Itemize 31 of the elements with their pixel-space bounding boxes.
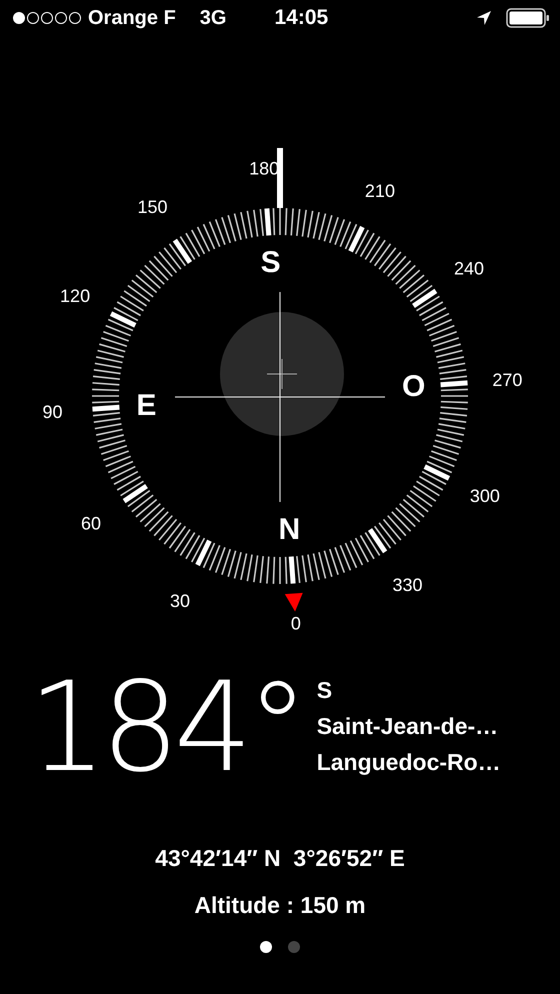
cardinal-label: E bbox=[136, 388, 156, 422]
region-name: Languedoc-Ro… bbox=[316, 748, 501, 777]
cardinal-label: O bbox=[402, 370, 426, 404]
battery-icon bbox=[506, 8, 550, 28]
degree-label: 240 bbox=[454, 258, 484, 278]
degree-label: 120 bbox=[60, 286, 90, 306]
carrier-name: Orange F bbox=[88, 6, 176, 30]
degree-label: 150 bbox=[137, 196, 168, 217]
network-type: 3G bbox=[200, 6, 226, 30]
direction-letter: S bbox=[316, 676, 334, 705]
degree-label: 330 bbox=[392, 575, 423, 596]
place-name: Saint-Jean-de-… bbox=[316, 712, 500, 741]
signal-icon bbox=[12, 11, 82, 25]
degree-label: 30 bbox=[170, 590, 190, 611]
page-dot[interactable] bbox=[288, 941, 300, 953]
page-dot[interactable] bbox=[260, 941, 272, 953]
degree-label: 60 bbox=[80, 514, 101, 534]
degree-label: 0 bbox=[290, 613, 301, 634]
altitude-text: Altitude : 150 m bbox=[193, 892, 367, 919]
heading-needle bbox=[277, 148, 283, 208]
north-pointer bbox=[284, 592, 303, 612]
degree-label: 210 bbox=[364, 181, 395, 202]
coordinates-text: 43°42′14″ N 3°26′52″ E bbox=[154, 845, 406, 872]
degree-label: 90 bbox=[42, 402, 63, 422]
clock-time: 14:05 bbox=[274, 6, 328, 30]
degree-label: 270 bbox=[492, 370, 522, 390]
cardinal-label: N bbox=[278, 513, 300, 546]
degree-label: 300 bbox=[470, 486, 500, 506]
location-arrow-icon bbox=[476, 10, 492, 26]
heading-degrees: 184° bbox=[28, 666, 303, 790]
cardinal-label: S bbox=[260, 246, 281, 279]
